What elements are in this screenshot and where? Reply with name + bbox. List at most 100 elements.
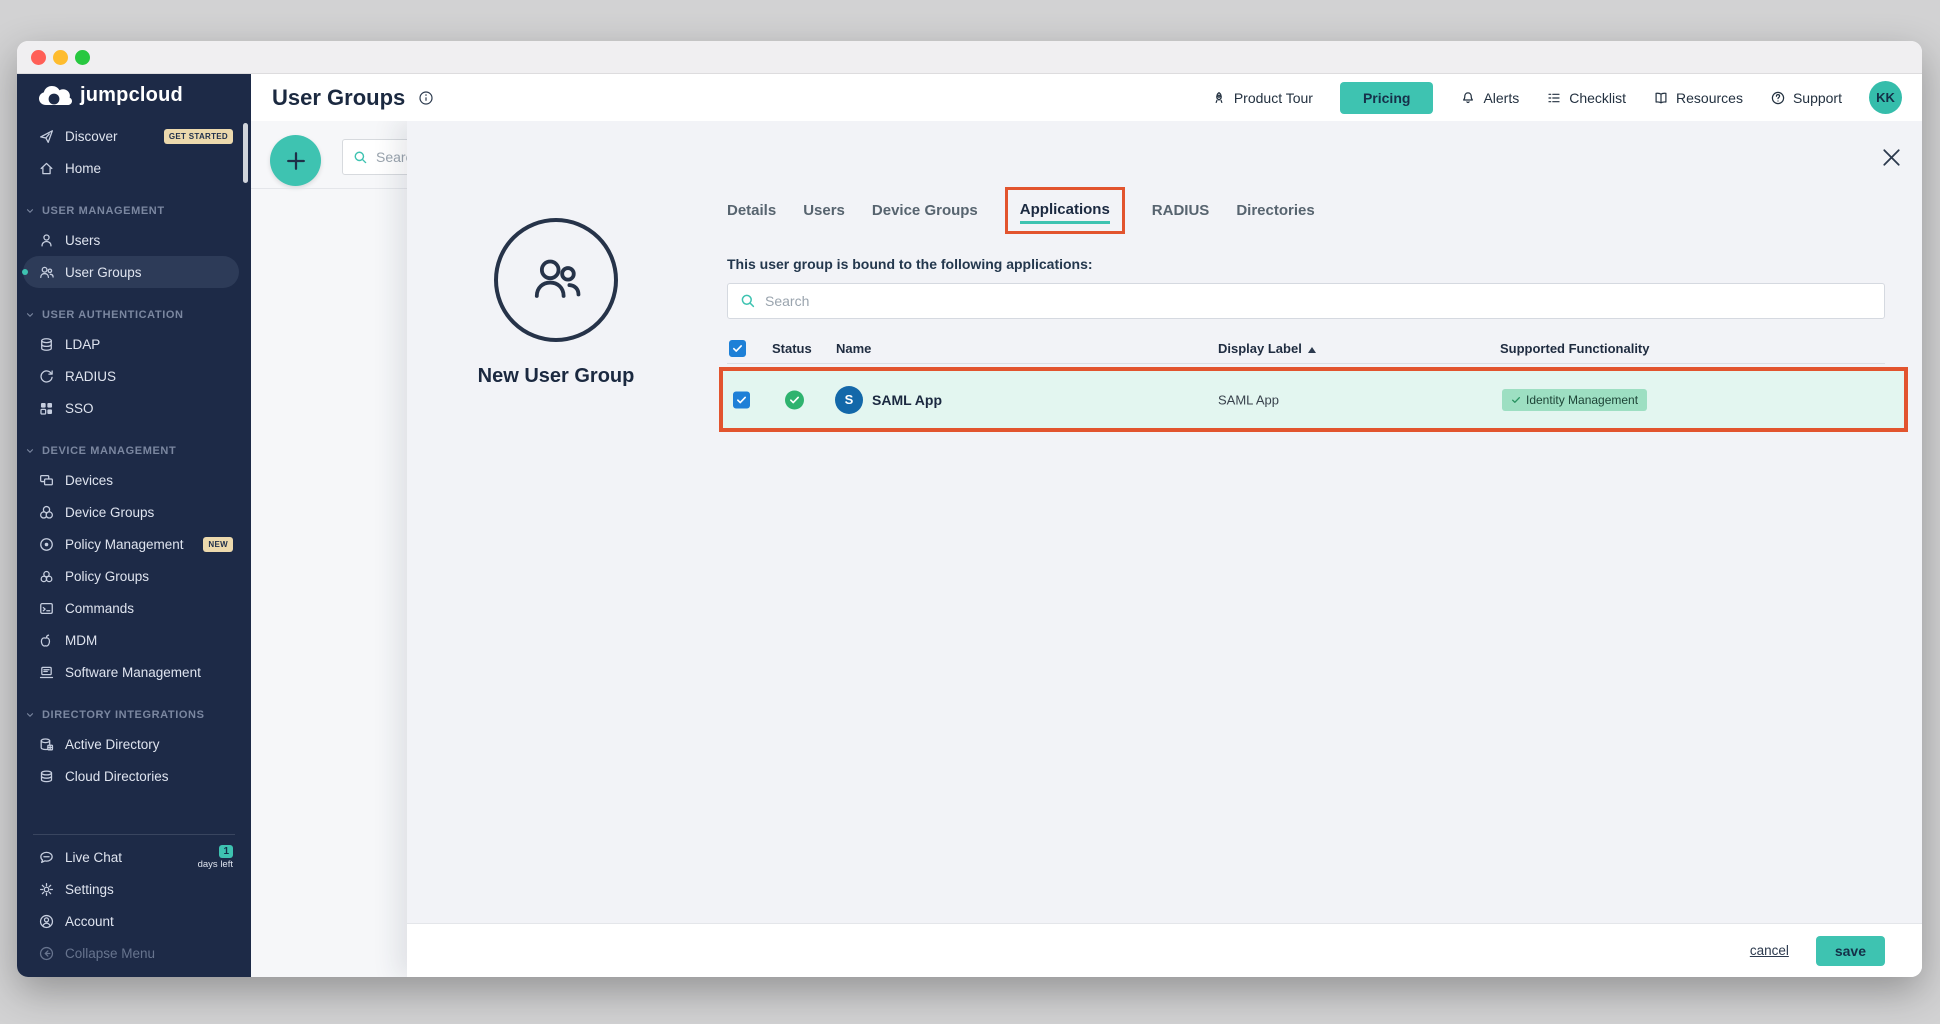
minimize-window-button[interactable] (53, 50, 68, 65)
toolbar-divider (251, 188, 407, 189)
sidebar-item-ldap[interactable]: LDAP (23, 328, 239, 360)
users-icon (38, 232, 55, 249)
sidebar-item-label: Device Groups (65, 505, 154, 520)
zoom-window-button[interactable] (75, 50, 90, 65)
devices-icon (38, 472, 55, 489)
discover-icon (38, 128, 55, 145)
tab-bar: Details Users Device Groups Applications RAD… (727, 187, 1315, 234)
sidebar-item-home[interactable]: Home (23, 152, 239, 184)
app-display-label: SAML App (1218, 392, 1279, 407)
sidebar: jumpcloud DiscoverGET STARTEDHome USER MA… (17, 74, 251, 977)
app-header: User Groups Product Tour Pricing Alerts Che… (251, 74, 1922, 121)
add-user-group-button[interactable] (270, 135, 321, 186)
chevron-down-icon (25, 710, 35, 720)
sidebar-item-cloud-directories[interactable]: Cloud Directories (23, 760, 239, 792)
home-icon (38, 160, 55, 177)
sidebar-item-software-management[interactable]: Software Management (23, 656, 239, 688)
applications-search (727, 283, 1885, 319)
info-icon[interactable] (418, 90, 434, 106)
table-row[interactable]: SSAML AppSAML AppIdentity Management (719, 367, 1908, 432)
user-groups-toolbar (251, 121, 407, 977)
sidebar-item-user-groups[interactable]: User Groups (23, 256, 239, 288)
support-button[interactable]: Support (1770, 90, 1842, 106)
applications-search-input[interactable] (765, 293, 1884, 309)
save-button[interactable]: save (1816, 936, 1885, 966)
sidebar-item-collapse-menu[interactable]: Collapse Menu (23, 937, 239, 969)
sidebar-item-devices[interactable]: Devices (23, 464, 239, 496)
alerts-button[interactable]: Alerts (1460, 90, 1519, 106)
select-all-checkbox[interactable] (729, 340, 746, 357)
sidebar-section-user-authentication[interactable]: USER AUTHENTICATION (17, 302, 251, 328)
sidebar-item-mdm[interactable]: MDM (23, 624, 239, 656)
sidebar-item-commands[interactable]: Commands (23, 592, 239, 624)
sidebar-item-account[interactable]: Account (23, 905, 239, 937)
jumpcloud-cloud-icon (37, 85, 73, 106)
active-directory-icon (38, 736, 55, 753)
checklist-button[interactable]: Checklist (1546, 90, 1626, 106)
tab-radius[interactable]: RADIUS (1152, 196, 1210, 225)
sidebar-item-label: Discover (65, 129, 118, 144)
resources-icon (1653, 90, 1669, 106)
policy-management-icon (38, 536, 55, 553)
tab-device-groups[interactable]: Device Groups (872, 196, 978, 225)
pricing-button[interactable]: Pricing (1340, 82, 1433, 114)
sidebar-item-label: Policy Groups (65, 569, 149, 584)
column-display-label[interactable]: Display Label (1218, 334, 1316, 364)
sidebar-item-label: Active Directory (65, 737, 160, 752)
resources-button[interactable]: Resources (1653, 90, 1743, 106)
sidebar-item-label: Users (65, 233, 100, 248)
sidebar-item-active-directory[interactable]: Active Directory (23, 728, 239, 760)
sidebar-item-live-chat[interactable]: Live Chat1days left (23, 841, 239, 873)
sidebar-section-directory-integrations[interactable]: DIRECTORY INTEGRATIONS (17, 702, 251, 728)
commands-icon (38, 600, 55, 617)
app-window: jumpcloud DiscoverGET STARTEDHome USER MA… (17, 41, 1922, 977)
desktop-background: jumpcloud DiscoverGET STARTEDHome USER MA… (0, 0, 1940, 1024)
sidebar-item-label: SSO (65, 401, 94, 416)
sidebar-item-radius[interactable]: RADIUS (23, 360, 239, 392)
column-supported-functionality[interactable]: Supported Functionality (1500, 334, 1650, 364)
live-chat-icon (38, 849, 55, 866)
sidebar-section-user-management[interactable]: USER MANAGEMENT (17, 198, 251, 224)
highlight-box-applications: Applications (1005, 187, 1125, 234)
user-avatar[interactable]: KK (1869, 81, 1902, 114)
sidebar-item-label: User Groups (65, 265, 142, 280)
check-icon (1511, 395, 1521, 405)
sidebar-item-policy-management[interactable]: Policy ManagementNEW (23, 528, 239, 560)
sidebar-item-discover[interactable]: DiscoverGET STARTED (23, 120, 239, 152)
jumpcloud-logo: jumpcloud (17, 82, 251, 108)
cancel-button[interactable]: cancel (1750, 943, 1789, 958)
header-actions: Product Tour Pricing Alerts Checklist Resour… (1211, 82, 1842, 114)
sidebar-section-device-management[interactable]: DEVICE MANAGEMENT (17, 438, 251, 464)
sidebar-item-policy-groups[interactable]: Policy Groups (23, 560, 239, 592)
page-title: User Groups (272, 85, 405, 111)
radius-icon (38, 368, 55, 385)
tab-details[interactable]: Details (727, 196, 776, 225)
sidebar-item-sso[interactable]: SSO (23, 392, 239, 424)
product-tour-button[interactable]: Product Tour (1211, 90, 1313, 106)
logo-text: jumpcloud (80, 84, 183, 107)
checklist-icon (1546, 90, 1562, 106)
tab-users[interactable]: Users (803, 196, 845, 225)
sidebar-scrollbar[interactable] (243, 123, 248, 183)
column-status[interactable]: Status (772, 334, 812, 364)
close-window-button[interactable] (31, 50, 46, 65)
sidebar-item-label: Software Management (65, 665, 201, 680)
sidebar-item-settings[interactable]: Settings (23, 873, 239, 905)
user-group-panel: New User Group DetailsUsersDevice Groups… (407, 121, 1922, 977)
chevron-down-icon (25, 446, 35, 456)
panel-content: Details Users Device Groups Applications RAD… (727, 121, 1885, 923)
column-name[interactable]: Name (836, 334, 871, 364)
sort-asc-icon (1308, 347, 1316, 353)
sidebar-item-label: MDM (65, 633, 97, 648)
policy-groups-icon (38, 568, 55, 585)
software-management-icon (38, 664, 55, 681)
user-groups-icon (38, 264, 55, 281)
sso-icon (38, 400, 55, 417)
sidebar-item-label: Devices (65, 473, 113, 488)
tab-directories[interactable]: Directories (1236, 196, 1314, 225)
device-groups-icon (38, 504, 55, 521)
sidebar-item-users[interactable]: Users (23, 224, 239, 256)
tab-applications[interactable]: Applications (1020, 195, 1110, 224)
sidebar-item-device-groups[interactable]: Device Groups (23, 496, 239, 528)
row-checkbox[interactable] (733, 391, 750, 408)
